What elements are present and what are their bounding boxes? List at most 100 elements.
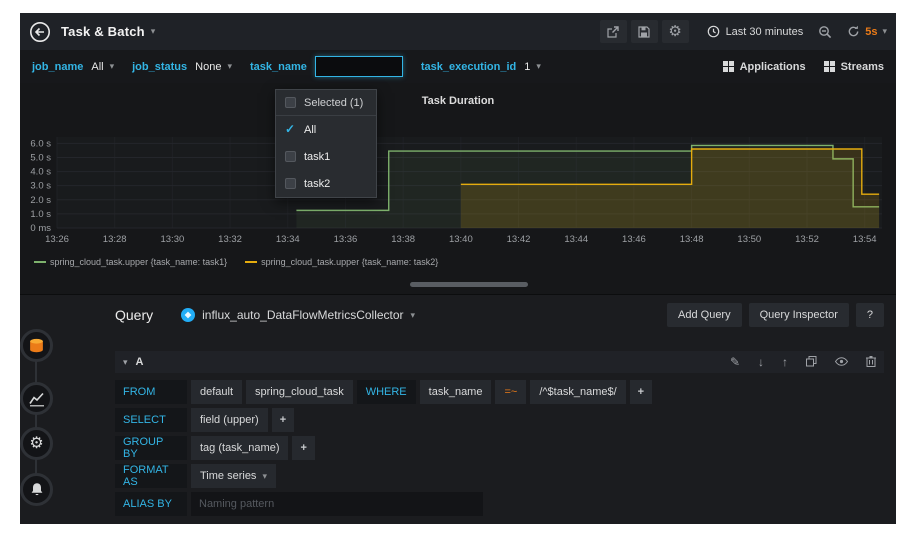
svg-text:13:34: 13:34 [276, 234, 300, 245]
svg-text:13:30: 13:30 [160, 234, 184, 245]
legend-series-name: spring_cloud_task.upper {task_name: task… [261, 257, 439, 267]
apps-grid-icon [823, 61, 835, 72]
dropdown-option-task1[interactable]: task1 [276, 143, 376, 170]
chart-icon [28, 392, 44, 406]
grafana-dashboard: Task & Batch ▾ ⚙ Last 30 minutes 5s ▾ jo… [20, 13, 896, 524]
share-button[interactable] [599, 20, 627, 43]
legend-series-color [245, 261, 258, 263]
variable-task-execution-id: task_execution_id 1 ▾ [421, 61, 541, 73]
move-up-icon[interactable]: ↑ [782, 356, 788, 368]
check-icon: ✓ [285, 122, 296, 136]
dropdown-option-task2[interactable]: task2 [276, 170, 376, 197]
magnifier-minus-icon [819, 25, 832, 38]
svg-text:6.0 s: 6.0 s [30, 138, 51, 149]
add-where-condition-button[interactable]: + [629, 380, 653, 404]
svg-text:13:38: 13:38 [391, 234, 415, 245]
legend-item[interactable]: spring_cloud_task.upper {task_name: task… [34, 257, 227, 267]
dashboard-title-menu[interactable]: Task & Batch ▾ [61, 24, 155, 39]
select-keyword: SELECT [115, 408, 187, 432]
variable-job-status-value[interactable]: None ▾ [195, 61, 232, 73]
task-duration-chart[interactable]: 13:26 13:28 13:30 13:32 13:34 13:36 13:38 13:40… [20, 109, 896, 259]
tab-alert[interactable] [20, 473, 53, 506]
svg-text:13:54: 13:54 [853, 234, 877, 245]
query-section-title: Query [115, 307, 154, 323]
tab-general[interactable]: ⚙ [20, 427, 53, 460]
refresh-interval-label: 5s [865, 25, 878, 38]
refresh-icon [848, 25, 859, 37]
back-arrow-icon [30, 21, 50, 42]
legend-series-name: spring_cloud_task.upper {task_name: task… [50, 257, 228, 267]
query-row-format-as: FORMAT AS Time series ▾ [115, 464, 884, 488]
format-as-select[interactable]: Time series ▾ [191, 464, 276, 488]
duplicate-icon[interactable] [806, 355, 817, 369]
from-policy-pill[interactable]: default [191, 380, 243, 404]
chevron-down-icon: ▾ [262, 470, 267, 481]
refresh-picker[interactable]: 5s ▾ [847, 25, 887, 38]
zoom-out-button[interactable] [818, 25, 832, 39]
query-inspector-button[interactable]: Query Inspector [748, 303, 849, 327]
save-button[interactable] [630, 20, 658, 43]
bell-icon [31, 483, 42, 496]
panel-editor: ⚙ Query influx_auto_DataFlowMetricsColle… [20, 294, 896, 524]
navbar: Task & Batch ▾ ⚙ Last 30 minutes 5s ▾ [20, 13, 896, 50]
back-button[interactable] [29, 21, 51, 43]
link-streams[interactable]: Streams [823, 60, 884, 73]
chevron-down-icon: ▾ [410, 309, 416, 320]
variable-job-name-value[interactable]: All ▾ [91, 61, 114, 73]
link-applications[interactable]: Applications [722, 61, 806, 73]
variable-label: job_status [132, 60, 188, 73]
chevron-down-icon: ▾ [150, 26, 156, 36]
datasource-picker[interactable]: influx_auto_DataFlowMetricsCollector ▾ [181, 308, 415, 322]
tab-queries[interactable] [20, 329, 53, 362]
query-row-alias-by: ALIAS BY [115, 492, 884, 516]
variable-task-execution-id-value[interactable]: 1 ▾ [524, 61, 541, 73]
horizontal-scrollbar[interactable] [410, 282, 528, 287]
from-measurement-pill[interactable]: spring_cloud_task [246, 380, 353, 404]
query-a-block: ▾ A ✎ ↓ ↑ FROM default spring_cloud_task… [115, 351, 884, 520]
panel-title[interactable]: Task Duration [20, 95, 896, 107]
add-select-button[interactable]: + [271, 408, 295, 432]
time-range-label: Last 30 minutes [725, 25, 804, 38]
alias-by-keyword: ALIAS BY [115, 492, 187, 516]
time-range-picker[interactable]: Last 30 minutes [707, 25, 804, 38]
query-header-buttons: Add Query Query Inspector ? [667, 303, 884, 327]
settings-button[interactable]: ⚙ [661, 20, 689, 43]
variable-job-name: job_name All ▾ [32, 61, 114, 73]
checkbox-icon [285, 97, 296, 108]
svg-text:13:40: 13:40 [449, 234, 473, 245]
from-keyword: FROM [115, 380, 187, 404]
svg-text:3.0 s: 3.0 s [30, 181, 51, 192]
add-query-button[interactable]: Add Query [667, 303, 742, 327]
dropdown-option-all[interactable]: ✓ All [276, 116, 376, 143]
where-keyword: WHERE [356, 380, 416, 404]
svg-text:13:48: 13:48 [680, 234, 704, 245]
help-button[interactable]: ? [855, 303, 884, 327]
add-group-by-button[interactable]: + [292, 436, 315, 460]
gear-icon: ⚙ [29, 434, 44, 452]
legend-item[interactable]: spring_cloud_task.upper {task_name: task… [245, 257, 438, 267]
query-a-header[interactable]: ▾ A ✎ ↓ ↑ [115, 351, 884, 373]
move-down-icon[interactable]: ↓ [758, 356, 764, 368]
select-field-pill[interactable]: field (upper) [191, 408, 268, 432]
query-row-select: SELECT field (upper) + [115, 408, 884, 432]
svg-text:4.0 s: 4.0 s [30, 167, 51, 178]
where-operator-pill[interactable]: =~ [495, 380, 527, 404]
alias-by-input[interactable] [191, 492, 483, 516]
tab-visualization[interactable] [20, 382, 53, 415]
variable-label: task_name [249, 60, 307, 73]
delete-icon[interactable] [866, 355, 876, 369]
where-field-pill[interactable]: task_name [419, 380, 492, 404]
link-label: Streams [840, 60, 884, 73]
dropdown-selected-header[interactable]: Selected (1) [276, 90, 376, 116]
task-name-input[interactable] [314, 56, 403, 77]
checkbox-icon [285, 151, 296, 162]
edit-icon[interactable]: ✎ [730, 356, 740, 368]
svg-text:13:42: 13:42 [507, 234, 531, 245]
group-by-tag-pill[interactable]: tag (task_name) [191, 436, 289, 460]
task-name-dropdown-options: ✓ All task1 task2 [276, 116, 376, 197]
clock-icon [707, 25, 719, 38]
dropdown-option-label: All [304, 123, 317, 136]
toggle-visibility-icon[interactable] [834, 356, 849, 368]
task-name-dropdown: Selected (1) ✓ All task1 task2 [275, 89, 377, 198]
where-value-pill[interactable]: /^$task_name$/ [530, 380, 626, 404]
